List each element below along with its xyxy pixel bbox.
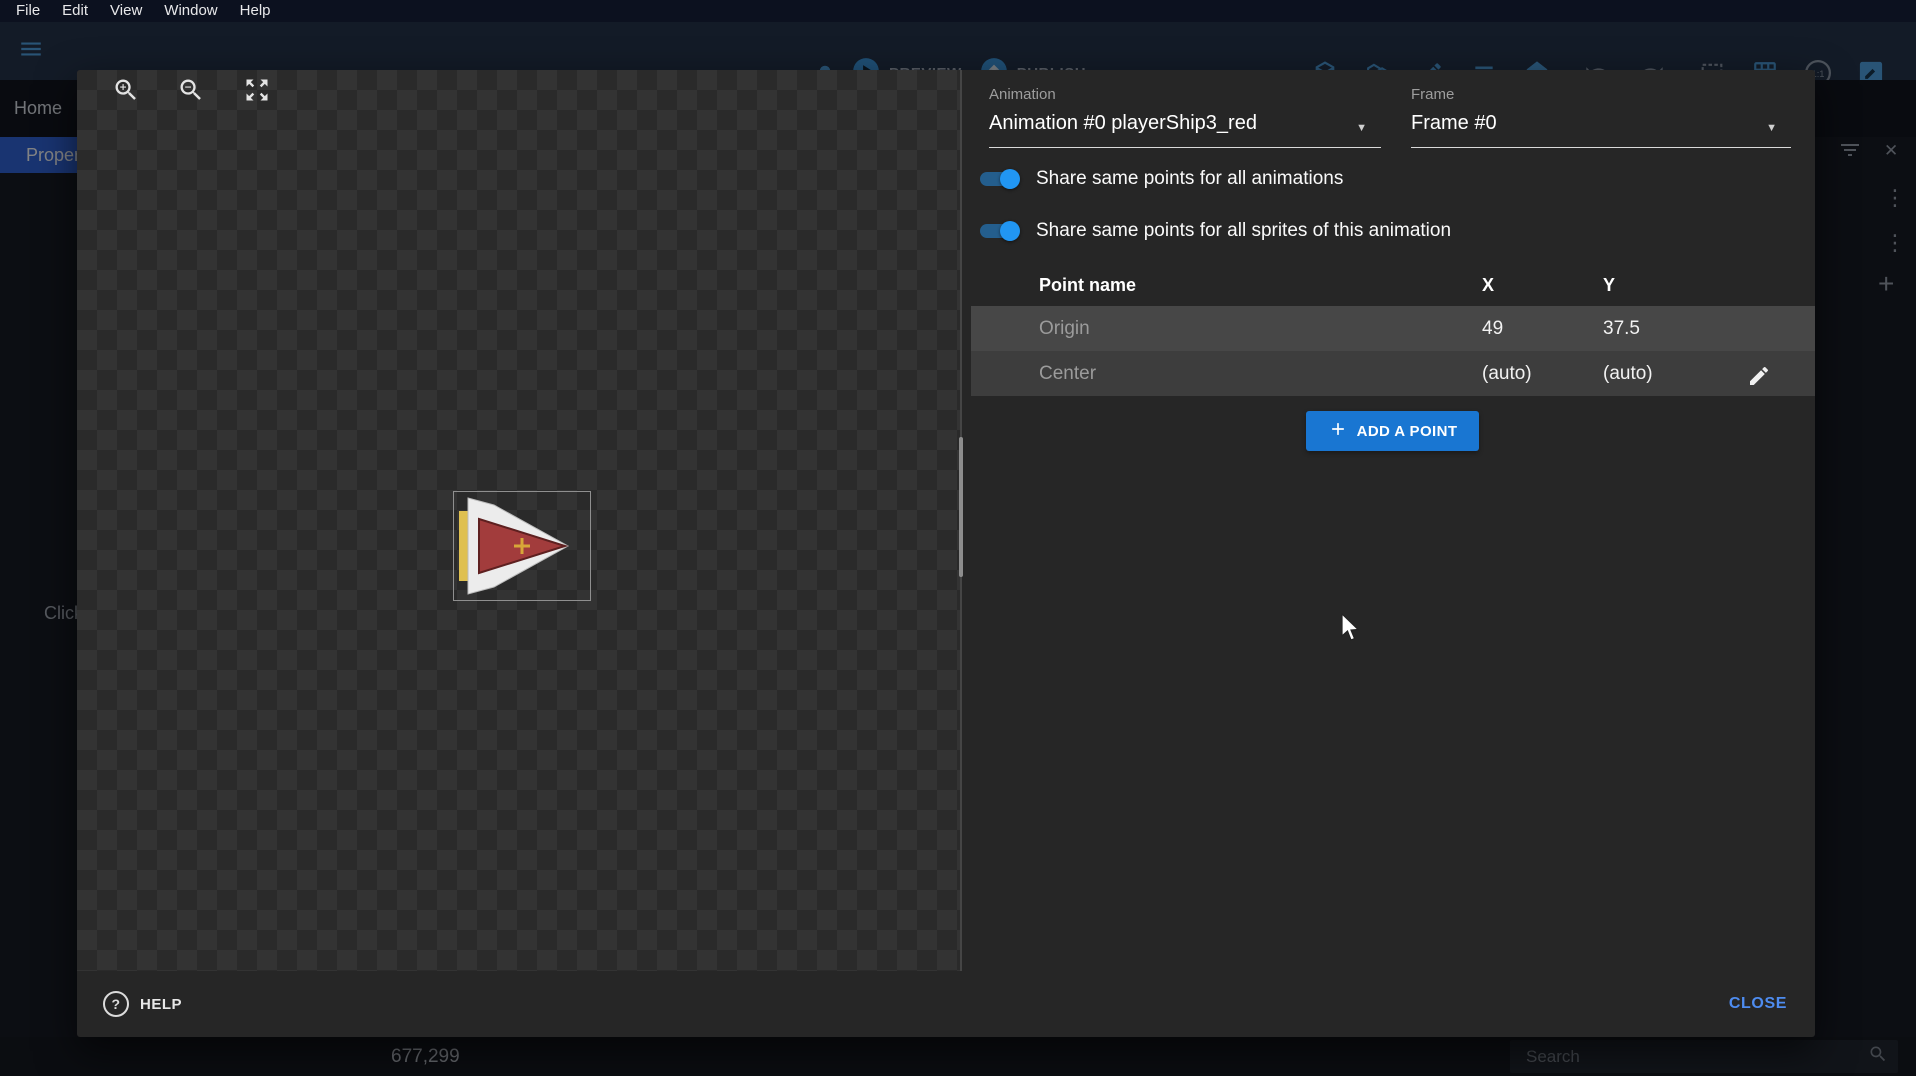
help-label: HELP	[140, 996, 182, 1013]
header-point-name: Point name	[1039, 275, 1136, 296]
app-window: File Edit View Window Help PREVIEW	[0, 0, 1916, 1076]
point-row-origin[interactable]: Origin 49 37.5	[971, 306, 1815, 351]
frame-select[interactable]: Frame Frame #0 ▼	[1411, 86, 1791, 148]
zoom-in-button[interactable]	[104, 70, 148, 114]
animation-select-label: Animation	[989, 86, 1381, 103]
point-x-value: 49	[1482, 306, 1503, 351]
scrollbar-thumb[interactable]	[959, 437, 963, 577]
share-points-all-animations-row: Share same points for all animations	[978, 164, 1343, 194]
share-all-animations-label: Share same points for all animations	[1036, 168, 1343, 190]
toggle-thumb	[1000, 169, 1020, 189]
edit-center-point-button[interactable]	[1745, 360, 1773, 388]
menubar: File Edit View Window Help	[0, 0, 1916, 22]
menu-view[interactable]: View	[99, 0, 153, 22]
share-all-sprites-label: Share same points for all sprites of thi…	[1036, 220, 1451, 242]
dialog-footer: ? HELP CLOSE	[77, 971, 1815, 1037]
point-row-center[interactable]: Center (auto) (auto)	[971, 351, 1815, 396]
plus-icon	[1328, 419, 1348, 443]
points-table-header: Point name X Y	[971, 268, 1815, 306]
frame-select-value: Frame #0	[1411, 112, 1791, 135]
zoom-out-icon	[177, 76, 205, 109]
menu-window[interactable]: Window	[153, 0, 228, 22]
sprite-canvas[interactable]	[77, 70, 960, 971]
chevron-down-icon: ▼	[1356, 122, 1367, 134]
menu-edit[interactable]: Edit	[51, 0, 99, 22]
share-all-animations-toggle[interactable]	[978, 167, 1020, 191]
menu-file[interactable]: File	[5, 0, 51, 22]
close-button[interactable]: CLOSE	[1723, 994, 1793, 1014]
header-y: Y	[1603, 275, 1615, 296]
point-y-value: 37.5	[1603, 306, 1640, 351]
fit-to-screen-button[interactable]	[235, 70, 279, 114]
player-ship-sprite	[454, 492, 590, 600]
add-point-label: ADD A POINT	[1357, 423, 1458, 440]
point-name: Center	[1039, 351, 1096, 396]
share-all-sprites-toggle[interactable]	[978, 219, 1020, 243]
add-point-button[interactable]: ADD A POINT	[1306, 411, 1479, 451]
header-x: X	[1482, 275, 1494, 296]
frame-select-label: Frame	[1411, 86, 1791, 103]
edit-points-dialog: Animation Animation #0 playerShip3_red ▼…	[77, 70, 1815, 1037]
chevron-down-icon: ▼	[1766, 122, 1777, 134]
animation-select-value: Animation #0 playerShip3_red	[989, 112, 1381, 135]
point-x-value: (auto)	[1482, 351, 1532, 396]
expand-icon	[243, 76, 271, 109]
menu-help[interactable]: Help	[229, 0, 282, 22]
pencil-icon	[1747, 360, 1771, 405]
point-y-value: (auto)	[1603, 351, 1653, 396]
point-name: Origin	[1039, 306, 1090, 351]
toggle-thumb	[1000, 221, 1020, 241]
zoom-out-button[interactable]	[169, 70, 213, 114]
help-icon: ?	[103, 991, 129, 1017]
animation-select[interactable]: Animation Animation #0 playerShip3_red ▼	[989, 86, 1381, 148]
help-button[interactable]: ? HELP	[103, 991, 182, 1017]
help-glyph: ?	[111, 996, 120, 1012]
sprite-frame[interactable]	[453, 491, 591, 601]
share-points-all-sprites-row: Share same points for all sprites of thi…	[978, 216, 1451, 246]
zoom-in-icon	[112, 76, 140, 109]
